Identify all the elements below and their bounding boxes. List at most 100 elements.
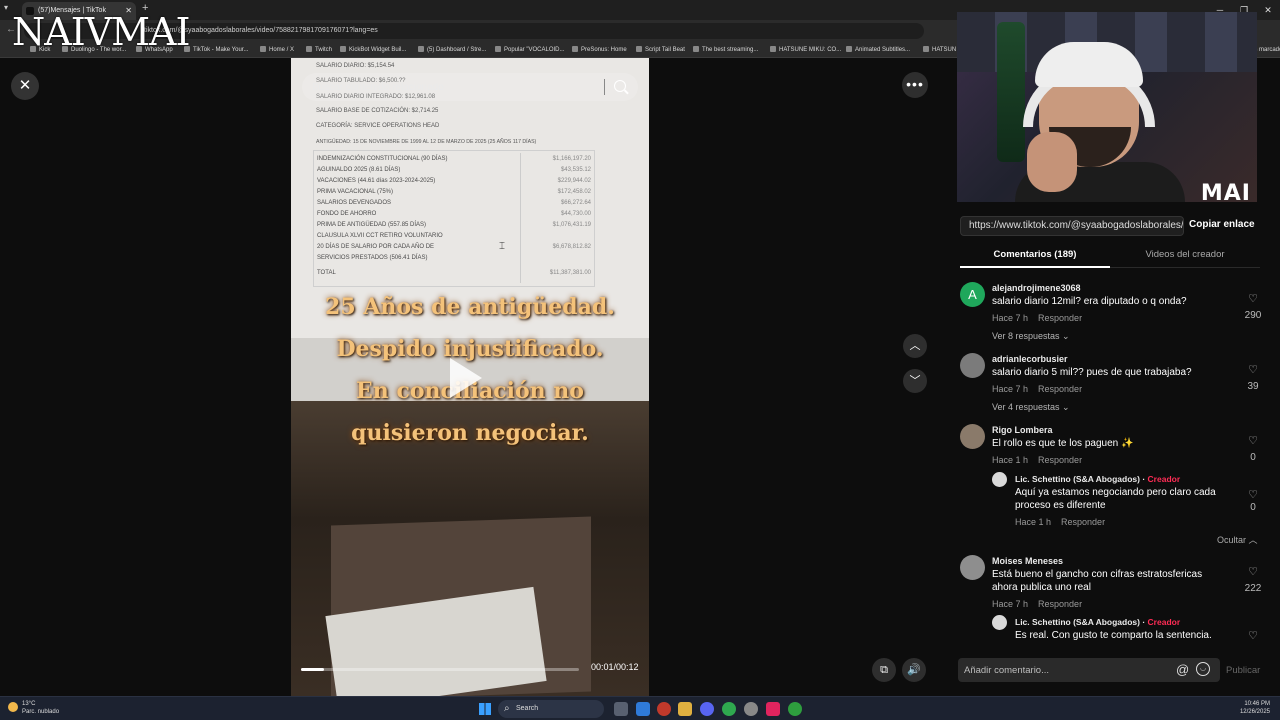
picture-in-picture-icon[interactable]: ⧉ bbox=[872, 658, 896, 682]
heart-icon[interactable]: ♡ bbox=[1246, 363, 1260, 376]
comment-item: adrianlecorbusier salario diario 5 mil??… bbox=[960, 347, 1270, 417]
avatar[interactable] bbox=[960, 353, 985, 378]
bookmark-item[interactable]: HATSUNE MIKU: CO... bbox=[770, 42, 841, 58]
heart-icon[interactable]: ♡ bbox=[1246, 565, 1260, 578]
search-icon[interactable] bbox=[614, 80, 626, 92]
comment-user[interactable]: Lic. Schettino (S&A Abogados) · Creador bbox=[1015, 617, 1180, 627]
tab-creator-videos[interactable]: Videos del creador bbox=[1110, 244, 1260, 268]
like-count: 290 bbox=[1244, 310, 1262, 321]
share-link-field[interactable]: https://www.tiktok.com/@syaabogadoslabor… bbox=[960, 216, 1184, 236]
tab-comments[interactable]: Comentarios (189) bbox=[960, 244, 1110, 268]
close-icon[interactable]: ✕ bbox=[11, 72, 39, 100]
search-divider bbox=[604, 79, 605, 95]
post-comment-button[interactable]: Publicar bbox=[1226, 665, 1260, 676]
reply-button[interactable]: Responder bbox=[1038, 455, 1082, 465]
app-icon[interactable] bbox=[657, 702, 671, 716]
volume-icon[interactable]: 🔊 bbox=[902, 658, 926, 682]
reply-button[interactable]: Responder bbox=[1038, 384, 1082, 394]
weather-condition: Parc. nublado bbox=[22, 709, 60, 715]
bookmark-item[interactable]: Popular "VOCALOID... bbox=[495, 42, 565, 58]
add-comment-box: @ ◡ bbox=[958, 658, 1220, 682]
comment-text: salario diario 12mil? era diputado o q o… bbox=[992, 296, 1187, 307]
reply-item: Lic. Schettino (S&A Abogados) · Creador … bbox=[992, 472, 1270, 530]
comment-input[interactable] bbox=[964, 658, 1164, 682]
bookmark-item[interactable]: Script Tail Beat bbox=[636, 42, 685, 58]
xbox-icon[interactable] bbox=[788, 702, 802, 716]
video-progress-bar[interactable] bbox=[301, 668, 579, 671]
bookmark-item[interactable]: TikTok - Make Your... bbox=[184, 42, 248, 58]
bookmark-item[interactable]: HATSUN bbox=[923, 42, 956, 58]
comment-user[interactable]: Moises Meneses bbox=[992, 556, 1063, 566]
webcam-tag: MAI bbox=[1200, 181, 1251, 202]
weather-icon bbox=[8, 702, 18, 712]
comment-time: Hace 7 h bbox=[992, 599, 1029, 609]
emoji-icon[interactable]: ◡ bbox=[1196, 662, 1210, 676]
comment-user[interactable]: Rigo Lombera bbox=[992, 425, 1053, 435]
comment-item: Rigo Lombera El rollo es que te los pagu… bbox=[960, 418, 1270, 466]
creator-badge: Creador bbox=[1147, 617, 1181, 627]
avatar[interactable]: A bbox=[960, 282, 985, 307]
view-replies-button[interactable]: Ver 8 respuestas ⌄ bbox=[992, 331, 1070, 342]
comment-meta: Hace 7 h Responder bbox=[992, 384, 1082, 394]
comment-user[interactable]: Lic. Schettino (S&A Abogados) · Creador bbox=[1015, 474, 1180, 484]
related-search-input[interactable] bbox=[312, 73, 602, 101]
related-search bbox=[302, 73, 638, 101]
bookmark-item[interactable]: Animated Subtitles... bbox=[846, 42, 910, 58]
doc-row: SALARIOS DEVENGADOS $66,272.64 bbox=[313, 197, 595, 208]
system-clock[interactable]: 10:46 PM 12/26/2025 bbox=[1240, 700, 1270, 716]
like-count: 222 bbox=[1244, 583, 1262, 594]
view-replies-button[interactable]: Ver 4 respuestas ⌄ bbox=[992, 402, 1070, 413]
weather-widget[interactable]: 13°C Parc. nublado bbox=[8, 700, 59, 716]
bookmark-item[interactable]: KickBot Widget Buil... bbox=[340, 42, 406, 58]
comments-tabs: Comentarios (189) Videos del creador bbox=[960, 244, 1260, 268]
doc-row: PRIMA VACACIONAL (75%) $172,458.02 bbox=[313, 186, 595, 197]
hide-replies-button[interactable]: Ocultar ︿ bbox=[1217, 533, 1258, 546]
comment-user[interactable]: adrianlecorbusier bbox=[992, 354, 1068, 364]
windows-taskbar: 13°C Parc. nublado Search 10:46 PM 12/26… bbox=[0, 696, 1280, 720]
video-player[interactable]: SALARIO DIARIO: $5,154.54 SALARIO TABULA… bbox=[291, 58, 649, 696]
doc-row: FONDO DE AHORRO $44,730.00 bbox=[313, 208, 595, 219]
bookmark-icon bbox=[770, 46, 776, 52]
bookmark-item[interactable]: (5) Dashboard / Stre... bbox=[418, 42, 486, 58]
comment-user[interactable]: alejandrojimene3068 bbox=[992, 283, 1081, 293]
avatar[interactable] bbox=[960, 424, 985, 449]
close-window-icon[interactable]: ✕ bbox=[1256, 0, 1280, 20]
video-progress-fill bbox=[301, 668, 325, 671]
bookmark-item[interactable]: The best streaming... bbox=[693, 42, 758, 58]
windows-start-icon[interactable] bbox=[479, 703, 491, 715]
bookmark-item[interactable]: PreSonus: Home bbox=[572, 42, 627, 58]
file-explorer-icon[interactable] bbox=[678, 702, 692, 716]
comment-text: Aquí ya estamos negociando pero claro ca… bbox=[1015, 487, 1216, 511]
heart-icon[interactable]: ♡ bbox=[1246, 292, 1260, 305]
more-options-icon[interactable]: ••• bbox=[902, 72, 928, 98]
copy-link-button[interactable]: Copiar enlace bbox=[1189, 219, 1255, 230]
heart-icon[interactable]: ♡ bbox=[1246, 488, 1260, 501]
taskbar-search[interactable]: Search bbox=[498, 700, 604, 718]
doc-row: INDEMNIZACIÓN CONSTITUCIONAL (90 DÍAS) $1… bbox=[313, 153, 595, 164]
mention-icon[interactable]: @ bbox=[1176, 662, 1189, 677]
task-view-icon[interactable] bbox=[614, 702, 628, 716]
avatar[interactable] bbox=[960, 555, 985, 580]
avatar[interactable] bbox=[992, 472, 1007, 487]
chatgpt-icon[interactable] bbox=[744, 702, 758, 716]
discord-icon[interactable] bbox=[700, 702, 714, 716]
widgets-icon[interactable] bbox=[636, 702, 650, 716]
caption-line: 25 Años de antigüedad. bbox=[325, 294, 615, 320]
tab-search-icon[interactable]: ▾ bbox=[4, 3, 8, 12]
reply-button[interactable]: Responder bbox=[1061, 517, 1105, 527]
avatar[interactable] bbox=[992, 615, 1007, 630]
heart-icon[interactable]: ♡ bbox=[1246, 629, 1260, 642]
bookmark-item[interactable]: Twitch bbox=[306, 42, 332, 58]
reply-button[interactable]: Responder bbox=[1038, 313, 1082, 323]
chrome-icon[interactable] bbox=[722, 702, 736, 716]
webcam-overlay: MAI bbox=[957, 12, 1257, 202]
previous-video-icon[interactable]: ︿ bbox=[903, 334, 927, 358]
doc-row: CLAUSULA XLVII CCT RETIRO VOLUNTARIO bbox=[313, 230, 595, 241]
next-video-icon[interactable]: ﹀ bbox=[903, 369, 927, 393]
music-icon[interactable] bbox=[766, 702, 780, 716]
reply-button[interactable]: Responder bbox=[1038, 599, 1082, 609]
bookmark-item[interactable]: Home / X bbox=[260, 42, 294, 58]
doc-table: INDEMNIZACIÓN CONSTITUCIONAL (90 DÍAS) $1… bbox=[313, 153, 595, 283]
heart-icon[interactable]: ♡ bbox=[1246, 434, 1260, 447]
play-icon[interactable] bbox=[450, 358, 482, 398]
